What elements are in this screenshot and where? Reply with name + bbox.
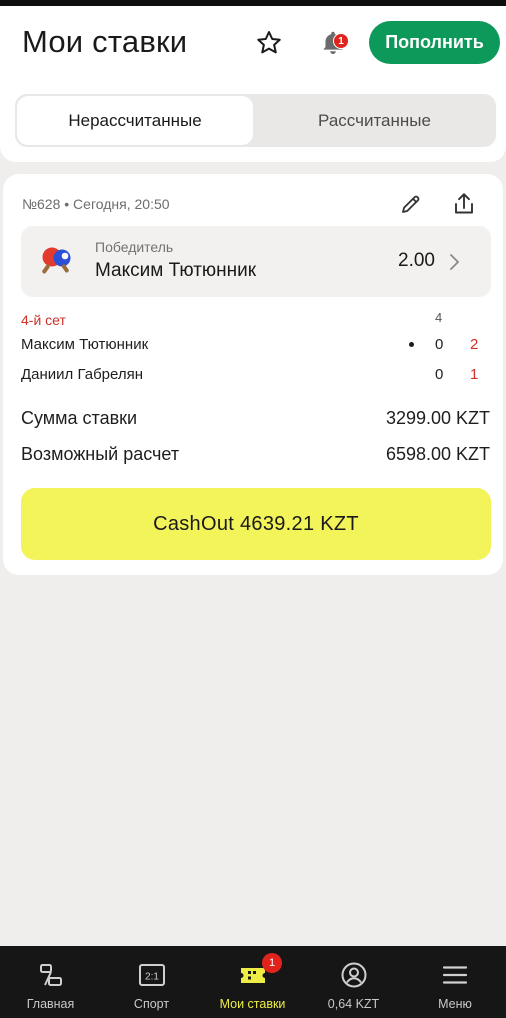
serve-indicator	[409, 342, 414, 347]
nav-my-bets-label: Мои ставки	[219, 997, 286, 1011]
nav-home[interactable]: Главная	[0, 946, 101, 1018]
star-icon[interactable]	[254, 28, 284, 58]
my-bets-badge: 1	[262, 953, 282, 973]
stake-label: Сумма ставки	[21, 408, 138, 428]
scoreboard-icon: 2:1	[138, 964, 165, 986]
selection-odds: 2.00	[398, 250, 435, 271]
nav-account[interactable]: 0,64 KZT	[303, 946, 404, 1018]
selection-row[interactable]: Победитель Максим Тютюнник 2.00	[21, 226, 491, 297]
selection-market: Победитель	[95, 239, 174, 255]
cashout-button[interactable]: CashOut 4639.21 KZT	[21, 488, 491, 560]
set-column-header: 4	[435, 310, 443, 325]
nav-sport-label: Спорт	[133, 997, 170, 1011]
tab-unsettled[interactable]: Нерассчитанные	[17, 96, 253, 145]
account-icon	[341, 962, 366, 988]
bet-meta: №628 • Сегодня, 20:50	[22, 196, 170, 212]
home-icon	[39, 964, 62, 986]
nav-sport[interactable]: 2:1 Спорт	[101, 946, 202, 1018]
header: Мои ставки 1 Пополнить	[0, 6, 506, 78]
table-tennis-icon	[42, 247, 71, 274]
chevron-right-icon	[450, 254, 459, 270]
tabs-container: Нерассчитанные Рассчитанные	[0, 78, 506, 162]
player-1-current-score: 0	[435, 336, 444, 353]
nav-menu[interactable]: Меню	[404, 946, 506, 1018]
notification-badge: 1	[333, 33, 349, 49]
current-set-label: 4-й сет	[21, 312, 66, 328]
topup-button[interactable]: Пополнить	[369, 21, 500, 64]
player-row-1: Максим Тютюнник	[21, 336, 149, 353]
menu-icon	[442, 966, 468, 984]
player-1-sets: 2	[470, 336, 479, 353]
bottom-nav: Главная 2:1 Спорт Мои ставки 0,64 KZT Ме…	[0, 946, 506, 1018]
page-title: Мои ставки	[22, 24, 188, 59]
nav-my-bets[interactable]: Мои ставки	[202, 946, 303, 1018]
tab-settled[interactable]: Рассчитанные	[255, 96, 494, 145]
nav-account-label: 0,64 KZT	[327, 997, 380, 1011]
share-icon[interactable]	[452, 191, 476, 217]
player-row-2: Даниил Габрелян	[21, 366, 144, 383]
nav-menu-label: Меню	[438, 997, 472, 1011]
bet-card: №628 • Сегодня, 20:50 Победитель Максим …	[3, 174, 503, 575]
selection-name: Максим Тютюнник	[95, 260, 257, 281]
scoreboard-icon-text: 2:1	[145, 972, 159, 983]
player-2-sets: 1	[470, 366, 479, 383]
player-2-current-score: 0	[435, 366, 444, 383]
bet-status-tabs: Нерассчитанные Рассчитанные	[15, 94, 496, 147]
edit-icon[interactable]	[399, 192, 423, 216]
payout-label: Возможный расчет	[21, 444, 180, 464]
payout-value: 6598.00 KZT	[385, 444, 490, 464]
nav-home-label: Главная	[26, 997, 75, 1011]
stake-value: 3299.00 KZT	[385, 408, 490, 428]
